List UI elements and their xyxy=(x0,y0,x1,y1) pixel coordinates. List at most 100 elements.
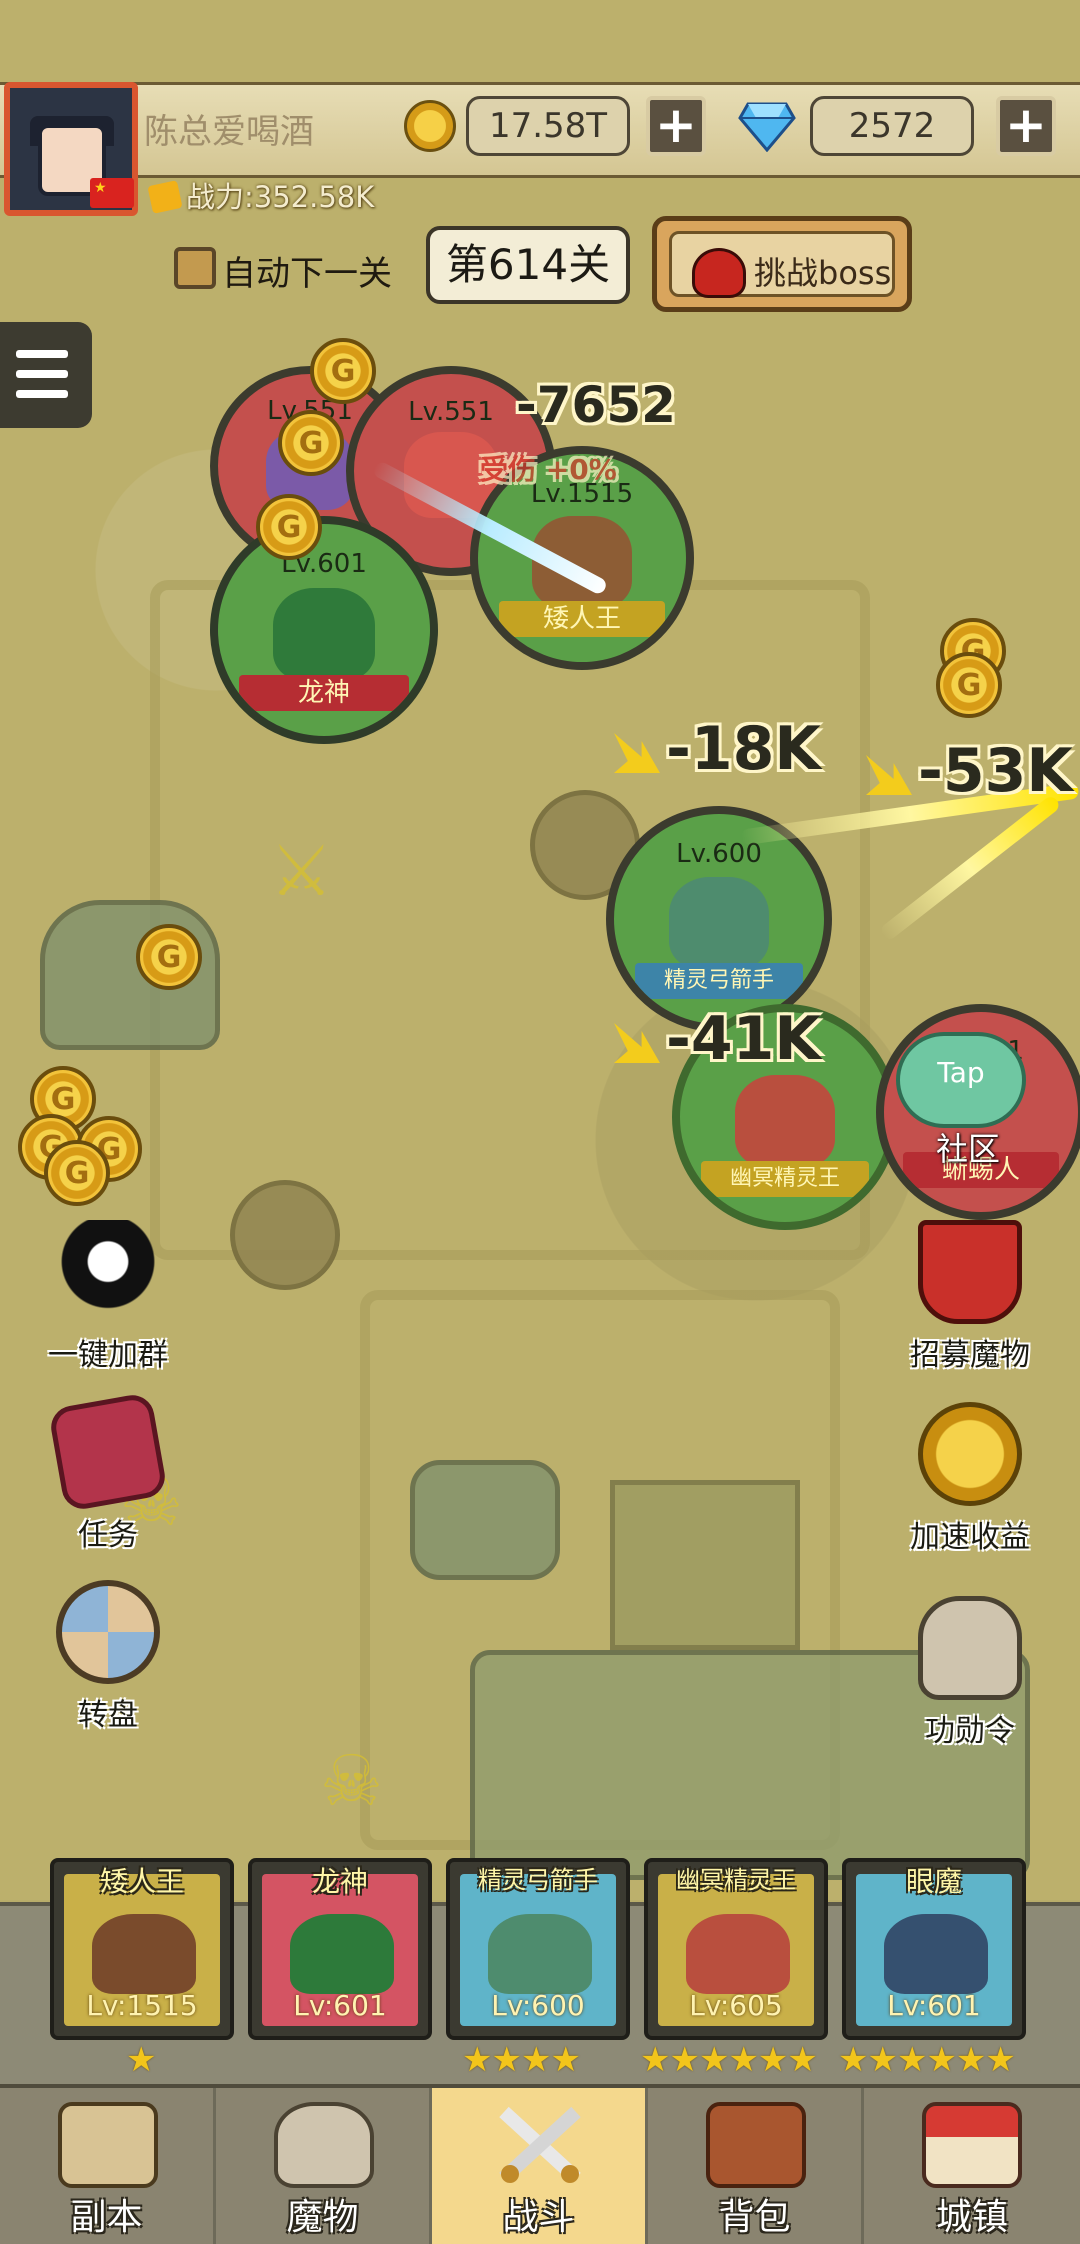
dwarf-icon xyxy=(92,1914,196,1994)
power-value: 战力:352.58K xyxy=(186,180,375,214)
community-label[interactable]: 社区 xyxy=(936,1124,1000,1170)
tap-label: Tap xyxy=(937,1056,985,1089)
gold-coin-drop[interactable] xyxy=(44,1140,110,1206)
tab-town[interactable]: 城镇 xyxy=(864,2088,1080,2244)
gold-amount: 17.58T xyxy=(466,96,630,156)
tab-label: 背包 xyxy=(718,2197,791,2238)
card-level: Lv:605 xyxy=(689,1989,783,2022)
damage-number: -41K xyxy=(614,1004,821,1074)
recruit-button[interactable]: 招募魔物 xyxy=(890,1220,1050,1374)
card-stars: ★★★★★★ xyxy=(838,2040,1016,2080)
tab-battle[interactable]: 战斗 xyxy=(432,2088,648,2244)
dragon-icon xyxy=(290,1914,394,1994)
archer-icon xyxy=(488,1914,592,1994)
auto-next-checkbox[interactable] xyxy=(174,247,216,289)
monster-name: 幽冥精灵王 xyxy=(701,1160,869,1197)
team-card[interactable]: 龙神 Lv:601 xyxy=(248,1858,432,2040)
flag-icon xyxy=(90,178,134,208)
damage-value: -41K xyxy=(666,1004,821,1074)
damage-number: -53K xyxy=(866,736,1073,806)
power-icon xyxy=(147,180,183,214)
damage-number: -7652 xyxy=(516,376,676,434)
boss-button-label: 挑战boss xyxy=(754,254,892,292)
tab-bag[interactable]: 背包 xyxy=(648,2088,864,2244)
hamburger-icon xyxy=(16,350,68,358)
speed-up-button[interactable]: 加速收益 xyxy=(890,1402,1050,1556)
tab-label: 副本 xyxy=(70,2197,143,2238)
hamburger-icon xyxy=(16,390,68,398)
shop-icon xyxy=(922,2102,1022,2188)
card-stars: ★ xyxy=(126,2040,157,2080)
combat-power: 战力:352.58K xyxy=(147,174,375,216)
banner-icon xyxy=(918,1220,1022,1324)
boss-skull-icon xyxy=(692,248,746,298)
card-level: Lv:601 xyxy=(293,1989,387,2022)
gold-coin-icon xyxy=(404,100,456,152)
arrow-icon xyxy=(614,1023,660,1063)
wheel-label: 转盘 xyxy=(78,1698,138,1733)
card-name: 眼魔 xyxy=(905,1865,962,1898)
gold-coin-drop[interactable] xyxy=(310,338,376,404)
swords-icon xyxy=(499,2106,581,2184)
card-level: Lv:600 xyxy=(491,1989,585,2022)
quest-button[interactable]: 任务 xyxy=(28,1391,188,1554)
ruined-house xyxy=(610,1480,800,1650)
player-name: 陈总爱喝酒 xyxy=(144,112,314,152)
add-gold-button[interactable]: + xyxy=(646,96,706,156)
merit-label: 功勋令 xyxy=(925,1714,1015,1749)
damage-value: -53K xyxy=(918,736,1073,806)
join-group-button[interactable]: 一键加群 xyxy=(28,1220,188,1374)
card-name: 龙神 xyxy=(311,1865,368,1898)
tab-dungeon[interactable]: 副本 xyxy=(0,2088,216,2244)
quest-label: 任务 xyxy=(78,1518,138,1553)
challenge-boss-button[interactable]: 挑战boss xyxy=(652,216,912,312)
monster-level: Lv.601 xyxy=(281,549,367,580)
team-card[interactable]: 眼魔 Lv:601 xyxy=(842,1858,1026,2040)
bush xyxy=(410,1460,560,1580)
monster-elf-archer[interactable]: Lv.600 精灵弓箭手 xyxy=(606,806,832,1032)
card-name: 精灵弓箭手 xyxy=(478,1866,598,1894)
book-icon xyxy=(47,1391,169,1513)
tab-monsters[interactable]: 魔物 xyxy=(216,2088,432,2244)
wheel-button[interactable]: 转盘 xyxy=(28,1580,188,1734)
card-name: 矮人王 xyxy=(99,1865,184,1898)
menu-button[interactable] xyxy=(0,322,92,428)
speed-up-label: 加速收益 xyxy=(910,1520,1030,1555)
damage-number: -18K xyxy=(614,714,821,784)
damage-buff-text: 受伤 +0% xyxy=(480,453,617,486)
stage-indicator: 第614关 xyxy=(426,226,630,304)
gold-coin-drop[interactable] xyxy=(278,410,344,476)
tab-label: 魔物 xyxy=(286,2197,359,2238)
gold-coin-drop[interactable] xyxy=(936,652,1002,718)
dragon-icon xyxy=(273,587,375,681)
arrow-icon xyxy=(614,733,660,773)
gold-coin-drop[interactable] xyxy=(136,924,202,990)
card-level: Lv:601 xyxy=(887,1989,981,2022)
map-icon xyxy=(58,2102,158,2188)
auto-next-label[interactable]: 自动下一关 xyxy=(222,246,392,295)
monster-dragon-god[interactable]: Lv.601 龙神 xyxy=(210,516,438,744)
hamburger-icon xyxy=(16,370,68,378)
gold-coin-drop[interactable] xyxy=(256,494,322,560)
diamond-icon xyxy=(738,102,796,152)
team-card[interactable]: 矮人王 Lv:1515 xyxy=(50,1858,234,2040)
dark-elf-icon xyxy=(686,1914,790,1994)
card-stars: ★★★★ xyxy=(462,2040,581,2080)
team-card[interactable]: 幽冥精灵王 Lv:605 xyxy=(644,1858,828,2040)
card-stars: ★★★★★★ xyxy=(640,2040,818,2080)
add-gems-button[interactable]: + xyxy=(996,96,1056,156)
card-level: Lv:1515 xyxy=(86,1989,198,2022)
dark-elf-icon xyxy=(734,1075,836,1168)
player-avatar[interactable] xyxy=(4,82,138,216)
tab-label: 城镇 xyxy=(935,2197,1008,2238)
tab-label: 战斗 xyxy=(502,2197,575,2238)
join-group-label: 一键加群 xyxy=(48,1338,168,1373)
community-cloud-button[interactable]: Tap xyxy=(896,1032,1026,1128)
team-card[interactable]: 精灵弓箭手 Lv:600 xyxy=(446,1858,630,2040)
arrow-icon xyxy=(866,755,912,795)
monster-name: 精灵弓箭手 xyxy=(635,962,803,999)
tree-stump xyxy=(230,1180,340,1290)
merit-button[interactable]: 功勋令 xyxy=(890,1596,1050,1750)
damage-value: -18K xyxy=(666,714,821,784)
archer-icon xyxy=(668,877,770,970)
